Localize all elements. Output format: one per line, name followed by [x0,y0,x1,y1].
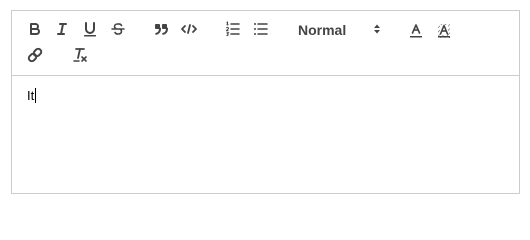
code-block-button[interactable] [177,18,201,40]
text-color-button[interactable] [404,20,428,42]
ordered-list-icon [225,21,240,37]
quote-icon [155,24,168,35]
editor-text: It [27,88,35,103]
text-cursor [35,88,37,103]
code-icon [181,24,197,34]
clear-format-icon [73,48,87,62]
editor-content[interactable]: It [12,76,519,193]
italic-icon [57,23,67,35]
bullet-list-icon [254,23,268,35]
underline-button[interactable] [78,18,102,40]
bold-button[interactable] [23,18,47,40]
toolbar: Normal [12,11,519,76]
italic-button[interactable] [50,18,74,40]
bullet-list-button[interactable] [249,18,273,40]
background-color-button[interactable] [432,20,456,42]
strike-button[interactable] [106,18,130,40]
link-icon [27,47,43,63]
text-color-icon [410,24,422,38]
bold-icon [30,23,40,35]
link-button[interactable] [23,44,47,66]
rich-text-editor: Normal It [11,10,520,194]
header-picker-label: Normal [298,22,347,38]
select-arrows-icon [374,24,380,34]
background-color-icon [438,24,450,38]
clear-format-button[interactable] [68,44,92,66]
strikethrough-icon [111,23,125,35]
blockquote-button[interactable] [149,18,173,40]
header-picker[interactable]: Normal [297,19,393,41]
ordered-list-button[interactable] [221,18,245,40]
underline-icon [84,22,96,37]
